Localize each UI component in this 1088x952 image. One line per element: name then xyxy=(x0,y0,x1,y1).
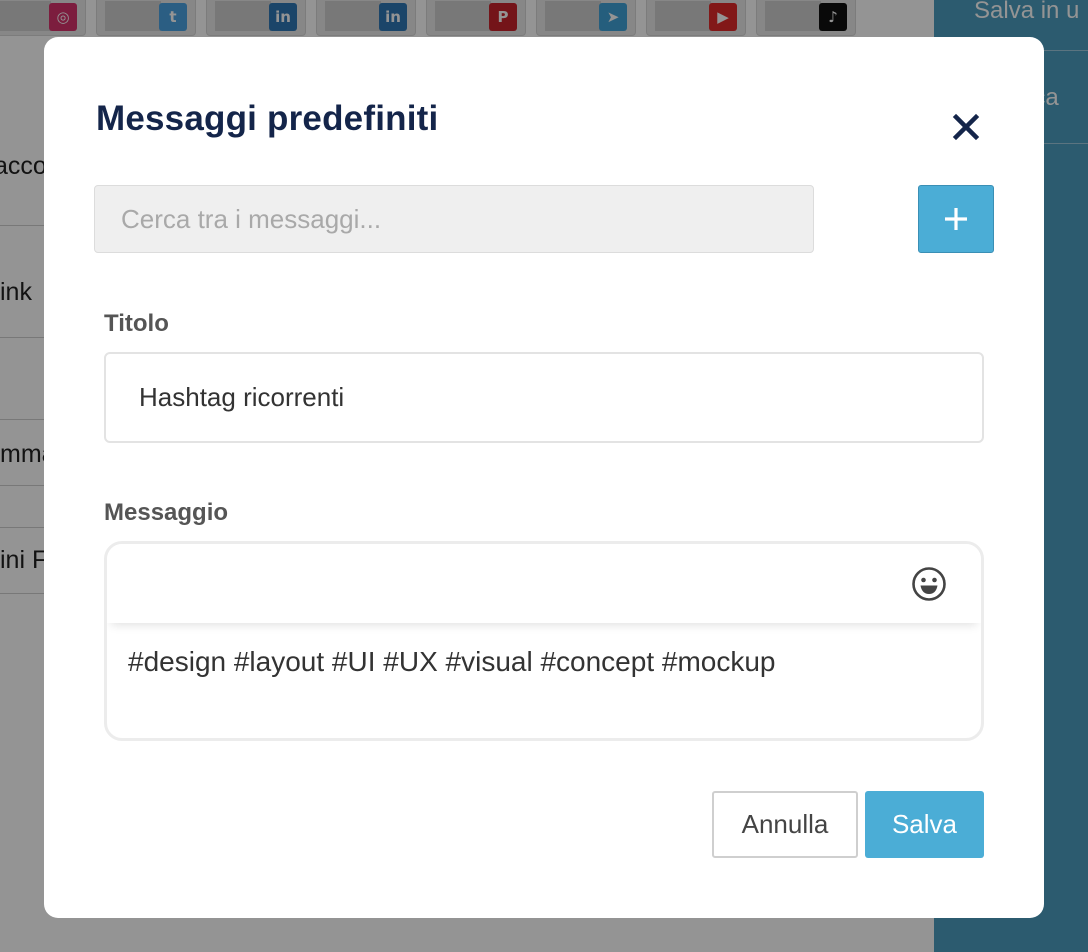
message-editor[interactable]: #design #layout #UI #UX #visual #concept… xyxy=(104,541,984,741)
save-button[interactable]: Salva xyxy=(865,791,984,858)
title-label: Titolo xyxy=(104,310,169,337)
plus-icon xyxy=(945,208,967,230)
add-message-button[interactable] xyxy=(918,185,994,253)
emoji-icon[interactable] xyxy=(911,566,947,602)
message-text[interactable]: #design #layout #UI #UX #visual #concept… xyxy=(128,646,776,678)
message-label: Messaggio xyxy=(104,499,229,526)
close-button[interactable] xyxy=(944,105,988,149)
editor-toolbar xyxy=(107,544,981,623)
cancel-button[interactable]: Annulla xyxy=(712,791,858,858)
modal-title: Messaggi predefiniti xyxy=(96,99,439,138)
predefined-messages-modal: Messaggi predefiniti Titolo Messaggio #d… xyxy=(44,37,1044,918)
close-icon xyxy=(952,113,980,141)
title-input[interactable] xyxy=(104,352,984,443)
search-input[interactable] xyxy=(94,185,814,253)
